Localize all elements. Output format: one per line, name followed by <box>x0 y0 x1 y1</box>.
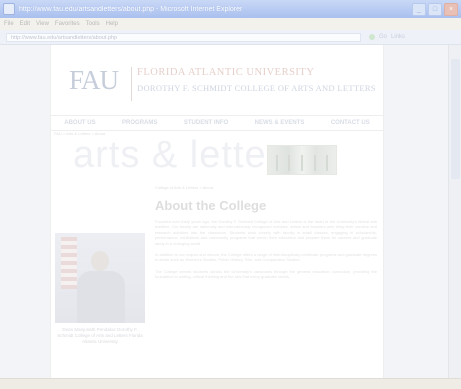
page-title: About the College <box>155 198 267 213</box>
menu-edit[interactable]: Edit <box>20 21 30 27</box>
browser-icon <box>3 3 15 15</box>
nav-about-us[interactable]: ABOUT US <box>64 120 95 126</box>
scroll-thumb[interactable] <box>451 59 460 179</box>
menu-view[interactable]: View <box>36 21 49 27</box>
address-tools: Go Links <box>369 34 405 40</box>
address-input[interactable]: http://www.fau.edu/artsandletters/about.… <box>6 32 361 42</box>
vertical-scrollbar[interactable] <box>448 45 461 378</box>
flag-image <box>61 237 77 289</box>
paragraph: In addition to our majors and minors, th… <box>155 252 377 263</box>
window-controls: _ □ × <box>412 3 458 16</box>
minimize-button[interactable]: _ <box>412 3 426 16</box>
banner-photo <box>267 145 337 175</box>
main-content: College of Arts & Letters > About About … <box>155 183 377 378</box>
paragraph: The College serves students across the U… <box>155 268 377 280</box>
page-viewport: FAU FLORIDA ATLANTIC UNIVERSITY DOROTHY … <box>0 45 448 378</box>
nav-contact-us[interactable]: CONTACT US <box>331 120 370 126</box>
maximize-button[interactable]: □ <box>428 3 442 16</box>
banner: arts & letters <box>51 137 383 179</box>
logo-divider <box>131 67 132 101</box>
window-title: http://www.fau.edu/artsandletters/about.… <box>19 5 243 13</box>
dean-photo <box>55 233 145 323</box>
nav-student-info[interactable]: STUDENT INFO <box>184 120 228 126</box>
fau-logo[interactable]: FAU <box>69 65 119 96</box>
web-page: FAU FLORIDA ATLANTIC UNIVERSITY DOROTHY … <box>50 45 384 378</box>
go-button[interactable]: Go <box>379 34 387 40</box>
go-arrow-icon[interactable] <box>369 34 375 40</box>
nav-news-events[interactable]: NEWS & EVENTS <box>255 120 305 126</box>
breadcrumb: FAU > Arts & Letters > About <box>54 131 106 136</box>
menu-file[interactable]: File <box>4 21 14 27</box>
menu-tools[interactable]: Tools <box>86 21 100 27</box>
window-title-bar: http://www.fau.edu/artsandletters/about.… <box>0 0 461 18</box>
college-name: DOROTHY F. SCHMIDT COLLEGE OF ARTS AND L… <box>137 83 376 93</box>
status-bar <box>0 378 461 389</box>
menu-bar: File Edit View Favorites Tools Help <box>0 18 461 30</box>
university-name: FLORIDA ATLANTIC UNIVERSITY <box>137 67 315 78</box>
main-nav: ABOUT US PROGRAMS STUDENT INFO NEWS & EV… <box>51 115 383 131</box>
links-button[interactable]: Links <box>391 34 405 40</box>
photo-caption: Dean Manjunath Pendakur Dorothy F. Schmi… <box>57 327 143 344</box>
nav-programs[interactable]: PROGRAMS <box>122 120 157 126</box>
person-head <box>91 251 109 271</box>
address-bar: http://www.fau.edu/artsandletters/about.… <box>0 30 461 45</box>
menu-favorites[interactable]: Favorites <box>55 21 80 27</box>
sidebar: Dean Manjunath Pendakur Dorothy F. Schmi… <box>55 183 145 378</box>
close-button[interactable]: × <box>444 3 458 16</box>
paragraph: Founded over thirty years ago, the Dorot… <box>155 219 377 246</box>
menu-help[interactable]: Help <box>106 21 118 27</box>
person-body <box>77 271 125 323</box>
content-breadcrumb: College of Arts & Letters > About <box>155 185 213 190</box>
